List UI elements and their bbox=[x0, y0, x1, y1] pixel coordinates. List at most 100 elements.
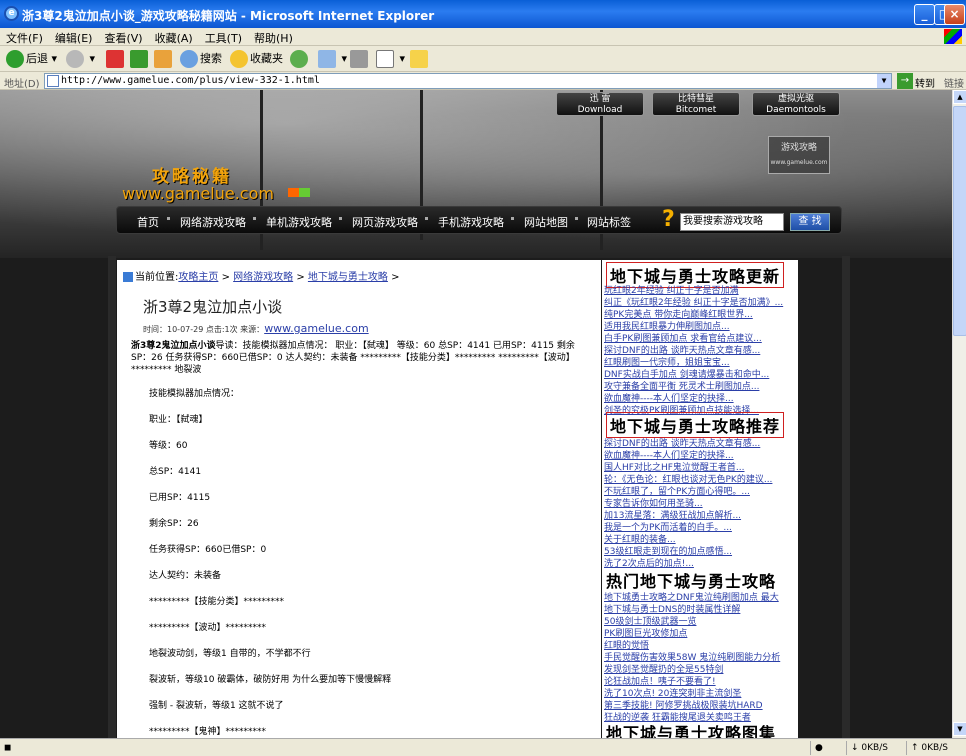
go-arrow-icon[interactable]: → bbox=[897, 73, 913, 89]
sidebar-heading-popular: 热门地下城与勇士攻略 bbox=[606, 572, 777, 591]
scroll-up-icon[interactable]: ▲ bbox=[953, 90, 966, 104]
menu-favorites[interactable]: 收藏(A) bbox=[149, 28, 199, 48]
article-paragraph: 技能模拟器加点情况： bbox=[149, 389, 240, 399]
nav-tags[interactable]: 网站标签 bbox=[587, 214, 631, 230]
window-title: 浙3尊2鬼泣加点小谈_游戏攻略秘籍网站 - Microsoft Internet… bbox=[22, 9, 435, 23]
breadcrumb-online-games[interactable]: 网络游戏攻略 bbox=[233, 272, 293, 283]
article-paragraph: 等级：60 bbox=[149, 441, 188, 451]
document-icon bbox=[376, 50, 394, 68]
nav-separator bbox=[575, 217, 578, 220]
back-arrow-icon bbox=[6, 50, 24, 68]
scroll-down-icon[interactable]: ▼ bbox=[953, 722, 966, 736]
address-dropdown-icon[interactable]: ▼ bbox=[877, 74, 891, 88]
breadcrumb-dnf[interactable]: 地下城与勇士攻略 bbox=[308, 272, 388, 283]
menu-view[interactable]: 查看(V) bbox=[98, 28, 148, 48]
history-icon bbox=[290, 50, 308, 68]
title-bar: e 浙3尊2鬼泣加点小谈_游戏攻略秘籍网站 - Microsoft Intern… bbox=[0, 0, 966, 28]
go-button[interactable]: 转到 bbox=[915, 75, 935, 90]
links-button[interactable]: 链接 bbox=[944, 75, 964, 90]
left-frame-border bbox=[108, 256, 116, 738]
article-paragraph: 任务获得SP：660已借SP：0 bbox=[149, 545, 267, 555]
refresh-icon bbox=[130, 50, 148, 68]
home-icon bbox=[154, 50, 172, 68]
article-title: 浙3尊2鬼泣加点小谈 bbox=[143, 298, 283, 316]
nav-mobile-games[interactable]: 手机游戏攻略 bbox=[438, 214, 504, 230]
menu-tools[interactable]: 工具(T) bbox=[199, 28, 248, 48]
site-search-input[interactable]: 我要搜索游戏攻略 bbox=[680, 213, 784, 231]
article-meta: 时间：10-07-29 点击:1次 来源：www.gamelue.com bbox=[143, 322, 369, 335]
menu-bar: 文件(F) 编辑(E) 查看(V) 收藏(A) 工具(T) 帮助(H) bbox=[0, 28, 966, 46]
close-button[interactable]: × bbox=[944, 4, 965, 25]
thunder-download-button[interactable]: 迅 雷 Download bbox=[556, 92, 644, 116]
article-paragraph: *********【鬼神】********* bbox=[149, 727, 267, 737]
minimize-button[interactable]: _ bbox=[914, 4, 935, 25]
sidebar: 地下城与勇士攻略更新 玩红眼2年经验 纠正十字是否加满 纠正《玩红眼2年经验 纠… bbox=[602, 260, 798, 738]
nav-home[interactable]: 首页 bbox=[137, 214, 159, 230]
address-label: 地址(D) bbox=[4, 79, 40, 90]
question-icon: ? bbox=[662, 207, 675, 232]
address-url: http://www.gamelue.com/plus/view-332-1.h… bbox=[61, 75, 320, 86]
article-source-link[interactable]: www.gamelue.com bbox=[264, 322, 368, 335]
article-paragraph: *********【波动】********* bbox=[149, 623, 267, 633]
edit-button[interactable]: ▾ bbox=[376, 49, 405, 69]
daemontools-button[interactable]: 虚拟光驱 Daemontools bbox=[752, 92, 840, 116]
messenger-button[interactable] bbox=[410, 49, 430, 69]
toolbar: 后退 ▾ ▾ 搜索 收藏夹 ▾ ▾ bbox=[0, 46, 966, 72]
article-paragraph: 职业：【弑魂】 bbox=[149, 415, 208, 425]
web-viewport: 迅 雷 Download 比特彗星 Bitcomet 虚拟光驱 Daemontools… bbox=[0, 90, 952, 738]
article-paragraph: 总SP：4141 bbox=[149, 467, 202, 477]
location-icon bbox=[123, 272, 133, 282]
site-logo-url[interactable]: www.gamelue.com bbox=[122, 184, 274, 203]
vertical-scrollbar[interactable]: ▲ ▼ bbox=[952, 90, 966, 738]
magnifier-icon bbox=[180, 50, 198, 68]
menu-edit[interactable]: 编辑(E) bbox=[49, 28, 99, 48]
nav-web-games[interactable]: 网页游戏攻略 bbox=[352, 214, 418, 230]
nav-separator bbox=[511, 217, 514, 220]
page-icon bbox=[47, 75, 59, 87]
nav-single-games[interactable]: 单机游戏攻略 bbox=[266, 214, 332, 230]
sidebar-heading-gallery: 地下城与勇士攻略图集 bbox=[606, 724, 777, 738]
favorites-button[interactable]: 收藏夹 bbox=[230, 49, 283, 69]
folder-icon bbox=[410, 50, 428, 68]
article-paragraph: 强制 - 裂波斩，等级1 这就不说了 bbox=[149, 701, 284, 711]
history-button[interactable] bbox=[290, 49, 310, 69]
nav-online-games[interactable]: 网络游戏攻略 bbox=[180, 214, 246, 230]
article-paragraph: 剩余SP：26 bbox=[149, 519, 199, 529]
address-input[interactable]: http://www.gamelue.com/plus/view-332-1.h… bbox=[44, 73, 892, 89]
nav-separator bbox=[253, 217, 256, 220]
status-bar: ◼ ● ↓ 0KB/S ↑ 0KB/S bbox=[0, 738, 966, 756]
site-stamp: 游戏攻略 www.gamelue.com bbox=[768, 136, 830, 174]
bitcomet-button[interactable]: 比特彗星 Bitcomet bbox=[652, 92, 740, 116]
forward-button[interactable]: ▾ bbox=[66, 49, 95, 69]
site-search-button[interactable]: 查 找 bbox=[790, 213, 830, 231]
star-icon bbox=[230, 50, 248, 68]
print-button[interactable] bbox=[350, 49, 370, 69]
forward-arrow-icon bbox=[66, 50, 84, 68]
menu-file[interactable]: 文件(F) bbox=[0, 28, 49, 48]
nav-separator bbox=[167, 217, 170, 220]
refresh-button[interactable] bbox=[130, 49, 150, 69]
mail-button[interactable]: ▾ bbox=[318, 49, 347, 69]
breadcrumb-home[interactable]: 攻略主页 bbox=[178, 272, 218, 283]
rss-icon[interactable] bbox=[288, 188, 310, 197]
scroll-thumb[interactable] bbox=[953, 106, 966, 336]
address-bar: 地址(D) http://www.gamelue.com/plus/view-3… bbox=[0, 72, 966, 90]
article-paragraph: *********【技能分类】********* bbox=[149, 597, 285, 607]
search-button[interactable]: 搜索 bbox=[180, 49, 222, 69]
ie-icon: e bbox=[4, 6, 19, 21]
sidebar-heading-recommended: 地下城与勇士攻略推荐 bbox=[606, 412, 785, 438]
nav-separator bbox=[339, 217, 342, 220]
printer-icon bbox=[350, 50, 368, 68]
article-paragraph: 已用SP：4115 bbox=[149, 493, 211, 503]
mail-icon bbox=[318, 50, 336, 68]
menu-help[interactable]: 帮助(H) bbox=[248, 28, 299, 48]
security-icon: ● bbox=[810, 741, 823, 755]
article-summary: 浙3尊2鬼泣加点小谈导读：技能模拟器加点情况： 职业：【弑魂】 等级：60 总S… bbox=[131, 341, 575, 375]
back-button[interactable]: 后退 ▾ bbox=[6, 49, 57, 69]
home-button[interactable] bbox=[154, 49, 174, 69]
upload-speed: ↑ 0KB/S bbox=[906, 741, 948, 755]
nav-sitemap[interactable]: 网站地图 bbox=[524, 214, 568, 230]
stop-button[interactable] bbox=[106, 49, 126, 69]
status-page-icon: ◼ bbox=[4, 743, 12, 753]
right-frame-border bbox=[842, 256, 850, 738]
